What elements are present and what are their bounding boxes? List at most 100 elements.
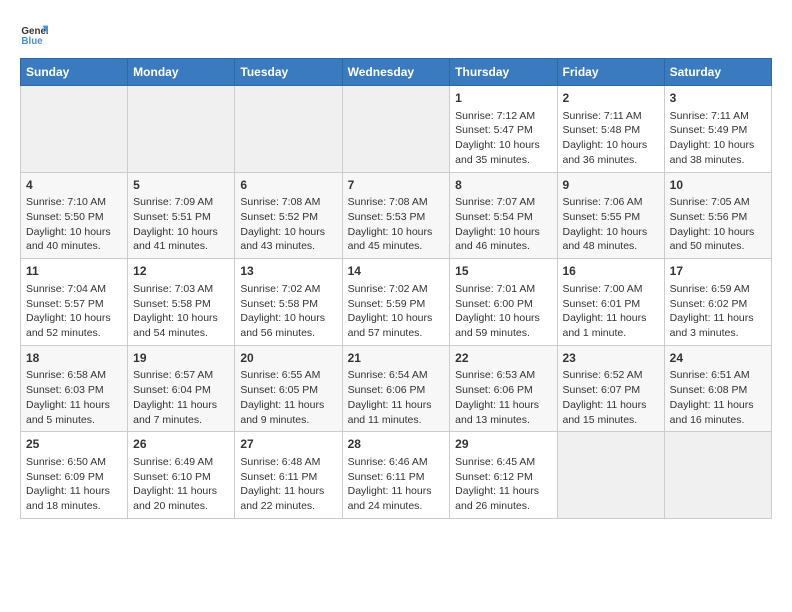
cell-content: and 54 minutes. xyxy=(133,326,229,341)
cell-content: and 22 minutes. xyxy=(240,499,336,514)
calendar-cell: 3Sunrise: 7:11 AMSunset: 5:49 PMDaylight… xyxy=(664,86,771,173)
header-cell-friday: Friday xyxy=(557,59,664,86)
cell-content: Sunset: 5:52 PM xyxy=(240,210,336,225)
calendar-cell xyxy=(664,432,771,519)
calendar-cell xyxy=(21,86,128,173)
calendar-cell: 1Sunrise: 7:12 AMSunset: 5:47 PMDaylight… xyxy=(450,86,557,173)
cell-content: Sunset: 6:10 PM xyxy=(133,470,229,485)
day-number: 26 xyxy=(133,436,229,453)
cell-content: Sunset: 6:11 PM xyxy=(348,470,445,485)
cell-content: Daylight: 11 hours xyxy=(348,398,445,413)
header-cell-thursday: Thursday xyxy=(450,59,557,86)
cell-content: Daylight: 10 hours xyxy=(348,225,445,240)
cell-content: Sunset: 6:05 PM xyxy=(240,383,336,398)
cell-content: and 40 minutes. xyxy=(26,239,122,254)
cell-content: Sunset: 6:02 PM xyxy=(670,297,766,312)
cell-content: and 7 minutes. xyxy=(133,413,229,428)
cell-content: Sunrise: 7:08 AM xyxy=(240,195,336,210)
cell-content: Daylight: 11 hours xyxy=(563,398,659,413)
calendar-cell xyxy=(235,86,342,173)
calendar-cell: 16Sunrise: 7:00 AMSunset: 6:01 PMDayligh… xyxy=(557,259,664,346)
cell-content: and 16 minutes. xyxy=(670,413,766,428)
day-number: 28 xyxy=(348,436,445,453)
cell-content: Daylight: 11 hours xyxy=(563,311,659,326)
cell-content: Sunrise: 7:06 AM xyxy=(563,195,659,210)
calendar-cell: 9Sunrise: 7:06 AMSunset: 5:55 PMDaylight… xyxy=(557,172,664,259)
cell-content: Sunrise: 6:53 AM xyxy=(455,368,551,383)
calendar-cell: 18Sunrise: 6:58 AMSunset: 6:03 PMDayligh… xyxy=(21,345,128,432)
cell-content: Sunset: 5:49 PM xyxy=(670,123,766,138)
calendar-cell: 6Sunrise: 7:08 AMSunset: 5:52 PMDaylight… xyxy=(235,172,342,259)
cell-content: and 43 minutes. xyxy=(240,239,336,254)
day-number: 17 xyxy=(670,263,766,280)
cell-content: Sunset: 5:54 PM xyxy=(455,210,551,225)
header-cell-saturday: Saturday xyxy=(664,59,771,86)
cell-content: Daylight: 10 hours xyxy=(240,225,336,240)
day-number: 25 xyxy=(26,436,122,453)
cell-content: Sunset: 6:06 PM xyxy=(348,383,445,398)
calendar-table: SundayMondayTuesdayWednesdayThursdayFrid… xyxy=(20,58,772,519)
cell-content: Daylight: 10 hours xyxy=(26,311,122,326)
cell-content: Sunset: 6:06 PM xyxy=(455,383,551,398)
cell-content: and 56 minutes. xyxy=(240,326,336,341)
cell-content: and 50 minutes. xyxy=(670,239,766,254)
calendar-cell: 24Sunrise: 6:51 AMSunset: 6:08 PMDayligh… xyxy=(664,345,771,432)
cell-content: and 26 minutes. xyxy=(455,499,551,514)
cell-content: Sunset: 5:48 PM xyxy=(563,123,659,138)
calendar-cell: 29Sunrise: 6:45 AMSunset: 6:12 PMDayligh… xyxy=(450,432,557,519)
cell-content: Sunrise: 7:00 AM xyxy=(563,282,659,297)
cell-content: Sunset: 6:07 PM xyxy=(563,383,659,398)
cell-content: and 3 minutes. xyxy=(670,326,766,341)
cell-content: Sunset: 5:56 PM xyxy=(670,210,766,225)
day-number: 10 xyxy=(670,177,766,194)
day-number: 9 xyxy=(563,177,659,194)
logo-icon: General Blue xyxy=(20,20,48,48)
calendar-cell: 5Sunrise: 7:09 AMSunset: 5:51 PMDaylight… xyxy=(128,172,235,259)
calendar-cell: 13Sunrise: 7:02 AMSunset: 5:58 PMDayligh… xyxy=(235,259,342,346)
cell-content: Sunset: 6:09 PM xyxy=(26,470,122,485)
cell-content: and 46 minutes. xyxy=(455,239,551,254)
day-number: 2 xyxy=(563,90,659,107)
cell-content: Sunset: 6:03 PM xyxy=(26,383,122,398)
cell-content: and 13 minutes. xyxy=(455,413,551,428)
cell-content: Daylight: 10 hours xyxy=(348,311,445,326)
cell-content: Daylight: 11 hours xyxy=(26,484,122,499)
cell-content: Sunset: 6:11 PM xyxy=(240,470,336,485)
cell-content: and 9 minutes. xyxy=(240,413,336,428)
cell-content: Sunset: 5:59 PM xyxy=(348,297,445,312)
cell-content: Sunrise: 6:55 AM xyxy=(240,368,336,383)
header-cell-tuesday: Tuesday xyxy=(235,59,342,86)
day-number: 18 xyxy=(26,350,122,367)
week-row-2: 11Sunrise: 7:04 AMSunset: 5:57 PMDayligh… xyxy=(21,259,772,346)
cell-content: Sunrise: 7:01 AM xyxy=(455,282,551,297)
cell-content: Daylight: 10 hours xyxy=(133,225,229,240)
cell-content: Daylight: 11 hours xyxy=(455,484,551,499)
calendar-cell: 10Sunrise: 7:05 AMSunset: 5:56 PMDayligh… xyxy=(664,172,771,259)
cell-content: Sunrise: 7:09 AM xyxy=(133,195,229,210)
calendar-cell: 27Sunrise: 6:48 AMSunset: 6:11 PMDayligh… xyxy=(235,432,342,519)
cell-content: Sunset: 5:51 PM xyxy=(133,210,229,225)
day-number: 24 xyxy=(670,350,766,367)
day-number: 27 xyxy=(240,436,336,453)
day-number: 13 xyxy=(240,263,336,280)
cell-content: Daylight: 10 hours xyxy=(133,311,229,326)
cell-content: Sunset: 5:58 PM xyxy=(240,297,336,312)
cell-content: Sunrise: 7:02 AM xyxy=(240,282,336,297)
day-number: 19 xyxy=(133,350,229,367)
cell-content: Daylight: 11 hours xyxy=(133,398,229,413)
cell-content: Daylight: 10 hours xyxy=(670,225,766,240)
cell-content: Sunset: 5:50 PM xyxy=(26,210,122,225)
cell-content: Daylight: 11 hours xyxy=(348,484,445,499)
cell-content: and 36 minutes. xyxy=(563,153,659,168)
calendar-cell: 26Sunrise: 6:49 AMSunset: 6:10 PMDayligh… xyxy=(128,432,235,519)
cell-content: and 35 minutes. xyxy=(455,153,551,168)
cell-content: Sunrise: 6:49 AM xyxy=(133,455,229,470)
cell-content: Sunrise: 7:08 AM xyxy=(348,195,445,210)
cell-content: Sunset: 6:08 PM xyxy=(670,383,766,398)
day-number: 6 xyxy=(240,177,336,194)
calendar-cell: 28Sunrise: 6:46 AMSunset: 6:11 PMDayligh… xyxy=(342,432,450,519)
cell-content: Sunrise: 7:11 AM xyxy=(670,109,766,124)
cell-content: and 20 minutes. xyxy=(133,499,229,514)
svg-text:Blue: Blue xyxy=(21,36,43,47)
cell-content: and 57 minutes. xyxy=(348,326,445,341)
